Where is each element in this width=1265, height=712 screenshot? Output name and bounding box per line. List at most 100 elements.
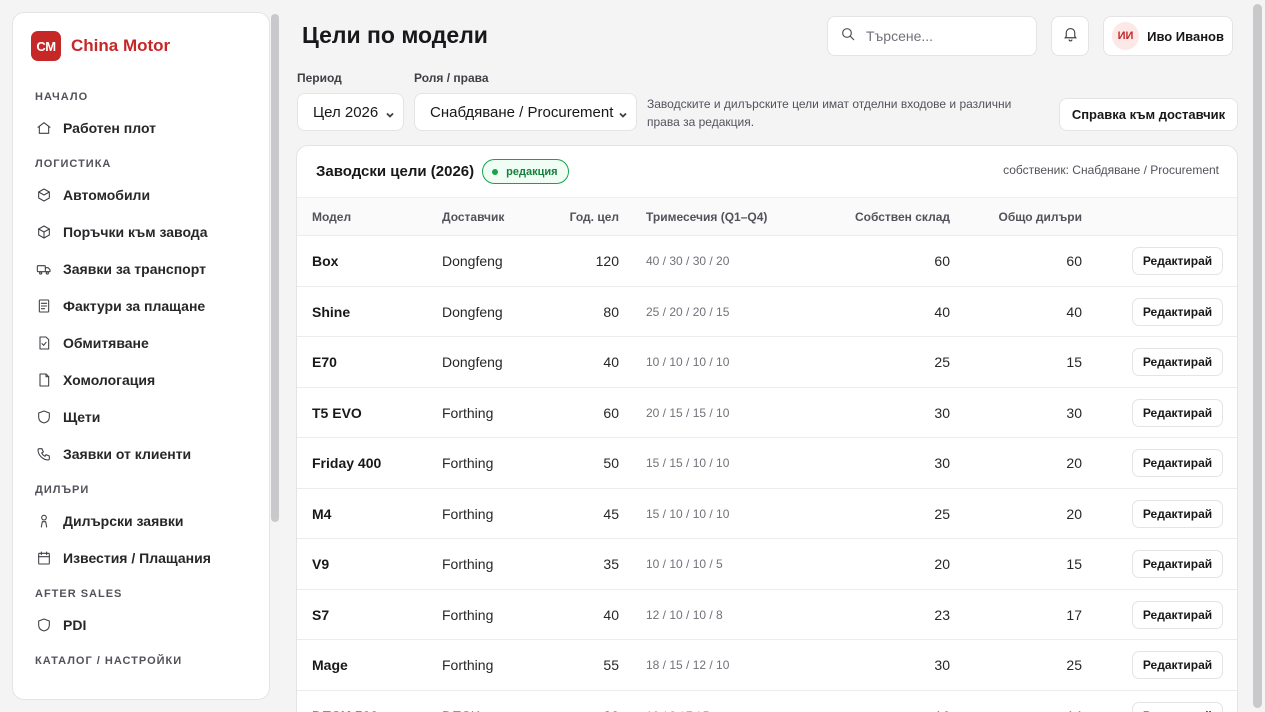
period-select[interactable]: Цел 2026 [297,93,404,131]
owner-text: собственик: Снабдяване / Procurement [1003,163,1219,177]
sidebar-scrollbar[interactable] [271,14,279,522]
cell-model: Box [312,253,339,269]
cell-year-target: 60 [603,404,619,421]
edit-button[interactable]: Редактирай [1132,701,1223,712]
cell-dealers-total: 15 [1066,556,1082,572]
cell-own-warehouse: 25 [934,354,950,370]
sidebar-item[interactable]: Заявки от клиенти [13,435,269,472]
nav-section-title: ДИЛЪРИ [35,484,90,496]
cell-own-warehouse: 25 [934,505,950,522]
table-row: DESK 500 DESK 30 10 / 8 / 7 / 5 16 14 Редактир… [297,691,1237,712]
truck-icon [35,260,53,278]
user-menu[interactable]: ИИ Иво Иванов [1103,16,1233,56]
cell-quarters: 18 / 15 / 12 / 10 [646,658,730,672]
role-select[interactable]: Снабдяване / Procurement [414,93,637,131]
column-own-warehouse[interactable]: Собствен склад [817,210,950,224]
edit-button[interactable]: Редактирай [1132,398,1223,427]
bell-icon [1062,25,1079,47]
cell-year-target: 35 [603,556,619,572]
sidebar-item-label: Щети [63,408,101,425]
period-label: Период [297,71,342,85]
edit-button[interactable]: Редактирай [1132,651,1223,679]
avatar: ИИ [1112,22,1140,50]
table-header: Модел Доставчик Год. цел Тримесечия (Q1–… [297,197,1237,236]
factory-targets-card: Заводски цели (2026) редакция собственик… [296,145,1238,712]
sidebar-item[interactable]: Дилърски заявки [13,502,269,539]
column-supplier[interactable]: Доставчик [442,210,504,224]
sidebar-nav: НАЧАЛО Работен плот ЛОГИСТИКА Автомобили Пор… [13,61,269,669]
cell-model: Friday 400 [312,455,382,471]
shield-icon [35,408,53,426]
cell-quarters: 15 / 10 / 10 / 10 [646,506,730,521]
edit-button[interactable]: Редактирай [1132,449,1223,477]
brand[interactable]: CM China Motor [13,13,269,61]
sidebar-item[interactable]: Фактури за плащане [13,287,269,324]
cell-year-target: 40 [603,606,619,623]
edit-button[interactable]: Редактирай [1132,297,1223,326]
period-value: Цел 2026 [313,103,379,121]
brand-name: China Motor [71,36,171,55]
sidebar-item[interactable]: Щети [13,398,269,435]
table-row: M4 Forthing 45 15 / 10 / 10 / 10 25 20 Редакти… [297,489,1237,539]
cell-year-target: 30 [547,708,619,712]
cell-own-warehouse: 16 [817,708,950,712]
cell-model: DESK 500 [312,708,378,712]
search-box[interactable] [827,16,1037,56]
sidebar-item[interactable]: PDI [13,606,269,643]
sidebar-item[interactable]: Поръчки към завода [13,213,269,250]
sidebar-item[interactable]: Автомобили [13,176,269,213]
cell-year-target: 80 [603,303,619,320]
sidebar-item-label: PDI [63,616,87,633]
sidebar-item[interactable]: Обмитяване [13,324,269,361]
chevron-down-icon [618,107,628,118]
cell-model: S7 [312,606,330,623]
supplier-report-button[interactable]: Справка към доставчик [1059,98,1238,131]
column-dealers-total[interactable]: Общо дилъри [957,210,1082,224]
sidebar-item[interactable]: Известия / Плащания [13,539,269,576]
sidebar-item[interactable]: Работен плот [13,109,269,146]
sidebar-item[interactable]: Заявки за транспорт [13,250,269,287]
table-row: S7 Forthing 40 12 / 10 / 10 / 8 23 17 Редактир… [297,590,1237,640]
table-row: V9 Forthing 35 10 / 10 / 10 / 5 20 15 Редактир… [297,539,1237,590]
card-header: Заводски цели (2026) редакция собственик… [297,146,1237,197]
cell-model: Mage [312,657,348,673]
calendar-icon [35,549,53,567]
cell-year-target: 55 [603,657,619,673]
card-title: Заводски цели (2026) [316,163,475,180]
cell-supplier: Forthing [442,455,494,471]
sidebar-item-label: Заявки за транспорт [63,260,206,277]
cell-quarters: 15 / 15 / 10 / 10 [646,456,730,470]
role-value: Снабдяване / Procurement [430,103,614,121]
sidebar-item[interactable]: Хомологация [13,361,269,398]
edit-button[interactable]: Редактирай [1132,348,1223,376]
sidebar-item-label: Фактури за плащане [63,297,206,314]
cell-own-warehouse: 40 [934,303,950,320]
notifications-button[interactable] [1051,16,1089,56]
cell-supplier: Dongfeng [442,253,503,269]
search-input[interactable] [866,28,1016,44]
cell-own-warehouse: 30 [934,455,950,471]
edit-button[interactable]: Редактирай [1132,550,1223,578]
chevron-down-icon [385,107,395,118]
sidebar: CM China Motor НАЧАЛО Работен плот ЛОГИСТИ… [12,12,270,700]
cell-dealers-total: 25 [1066,657,1082,673]
cell-quarters: 20 / 15 / 15 / 10 [646,405,730,420]
table-row: Box Dongfeng 120 40 / 30 / 30 / 20 60 60 Редак… [297,236,1237,287]
person-icon [35,512,53,530]
cell-supplier: Dongfeng [442,354,503,370]
role-label: Роля / права [414,71,489,85]
main-scrollbar[interactable] [1253,4,1262,708]
cell-own-warehouse: 30 [934,657,950,673]
column-model[interactable]: Модел [312,210,351,224]
edit-button[interactable]: Редактирай [1132,247,1223,275]
column-quarters[interactable]: Тримесечия (Q1–Q4) [646,210,767,224]
table-row: Mage Forthing 55 18 / 15 / 12 / 10 30 25 Редак… [297,640,1237,691]
cell-dealers-total: 14 [957,708,1082,712]
edit-button[interactable]: Редактирай [1132,499,1223,528]
nav-section-title: ЛОГИСТИКА [35,158,112,170]
cell-dealers-total: 30 [1066,404,1082,421]
edit-button[interactable]: Редактирай [1132,600,1223,629]
cell-year-target: 40 [603,354,619,370]
column-year-target[interactable]: Год. цел [547,210,619,224]
cell-year-target: 50 [603,455,619,471]
